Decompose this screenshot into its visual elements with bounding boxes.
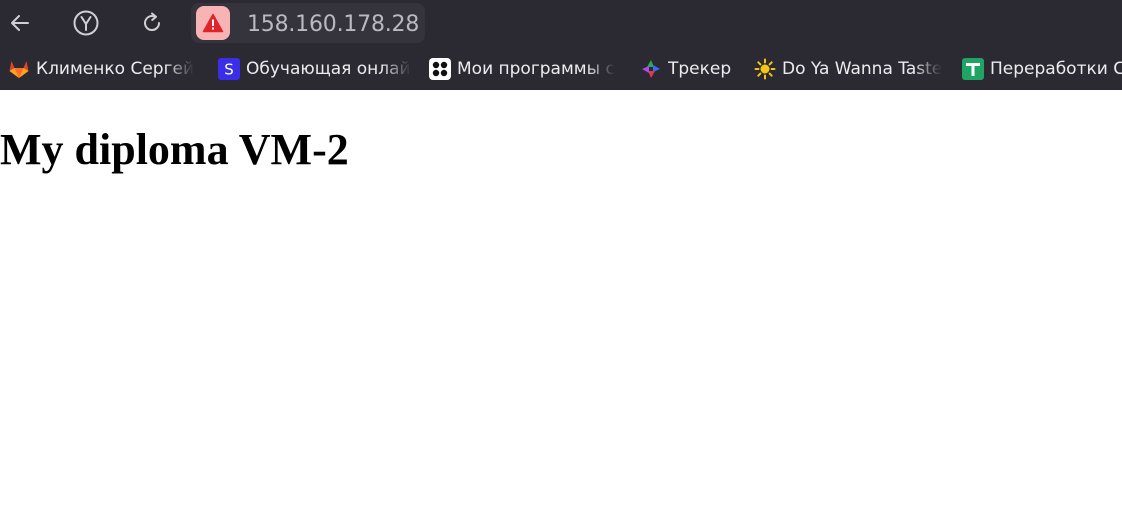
reload-icon (144, 12, 161, 32)
yandex-home-button[interactable] (70, 7, 102, 39)
page-title: My diploma VM-2 (0, 125, 349, 174)
bookmark-label: Мои программы с (457, 58, 615, 79)
arrow-left-icon (11, 15, 29, 31)
bookmark-label: Do Ya Wanna Taste (782, 58, 943, 79)
bookmark-label: Обучающая онлай (246, 58, 411, 79)
sun-icon (754, 58, 776, 80)
url-text[interactable]: 158.160.178.28 (247, 12, 419, 37)
bookmarks-bar: Клименко Сергей S Обучающая онлай Мои пр… (0, 47, 1122, 90)
bookmark-item[interactable]: Трекер (640, 47, 740, 90)
tracker-icon (640, 58, 662, 80)
gitlab-icon (8, 58, 30, 80)
bookmark-item[interactable]: Клименко Сергей (8, 47, 206, 90)
svg-text:S: S (224, 60, 234, 78)
bookmark-label: Переработки С (990, 58, 1122, 79)
address-bar[interactable]: 158.160.178.28 (191, 3, 425, 43)
dots-icon (429, 57, 451, 80)
bookmark-item[interactable]: S Обучающая онлай (218, 47, 413, 90)
security-warning-badge[interactable] (196, 6, 230, 40)
bookmark-label: Трекер (668, 58, 732, 79)
bookmark-item[interactable]: Do Ya Wanna Taste (754, 47, 946, 90)
reload-button[interactable] (136, 7, 168, 39)
sheet-icon (962, 57, 984, 80)
bookmark-item[interactable]: Переработки С (962, 47, 1122, 90)
bookmark-label: Клименко Сергей (36, 58, 195, 79)
back-button[interactable] (4, 7, 36, 39)
bookmark-item[interactable]: Мои программы с (429, 47, 625, 90)
browser-toolbar: 158.160.178.28 (0, 0, 1122, 47)
s-icon: S (218, 57, 240, 80)
yandex-icon (73, 10, 99, 36)
warning-icon (202, 13, 224, 33)
